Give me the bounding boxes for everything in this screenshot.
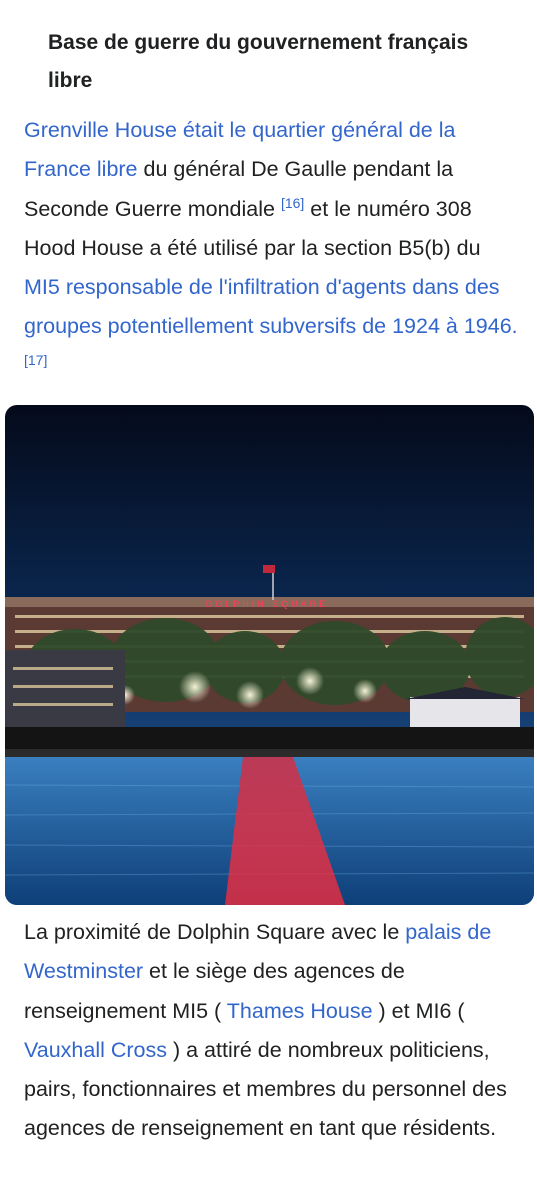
photo-illustration: DOLPHIN SQUARE [5,405,534,905]
dolphin-square-photo[interactable]: DOLPHIN SQUARE [5,405,534,905]
paragraph-proximity: La proximité de Dolphin Square avec le p… [24,913,519,1149]
paragraph-free-france: Grenville House était le quartier généra… [24,111,519,386]
reference-17[interactable]: [17] [24,352,47,368]
section-heading: Base de guerre du gouvernement français … [48,31,469,92]
reference-16[interactable]: [16] [281,195,304,211]
sign-text: DOLPHIN SQUARE [206,599,329,609]
paragraph-text: La proximité de Dolphin Square avec le [24,920,406,944]
link-thames-house[interactable]: Thames House [227,999,373,1023]
link-vauxhall-cross[interactable]: Vauxhall Cross [24,1038,167,1062]
paragraph-text: ) et MI6 ( [372,998,465,1023]
link-mi5[interactable]: MI5 responsable de l'infiltration d'agen… [24,275,518,338]
